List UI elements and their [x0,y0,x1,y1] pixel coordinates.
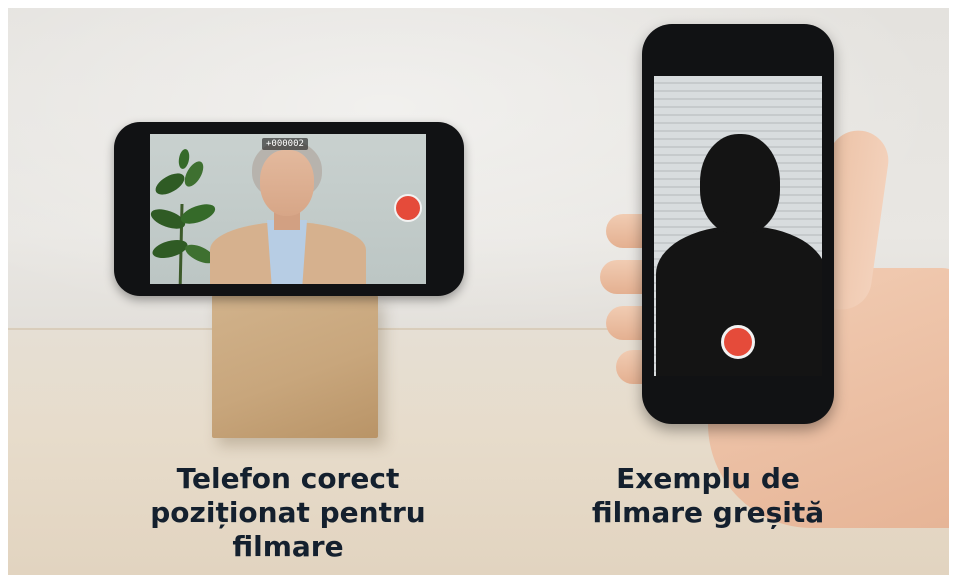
record-icon[interactable] [394,194,422,222]
vertical-phone-screen [654,76,822,376]
record-icon[interactable] [721,325,755,359]
woman-face [260,150,314,216]
horizontal-phone: +000002 [114,122,464,296]
caption-wrong: Exemplu de filmare greșită [591,462,825,529]
photo-scene: +000002 Telefon corect poziționat pentru… [8,8,949,575]
zoom-badge: +000002 [262,138,308,150]
cardboard-box [212,296,378,438]
horizontal-phone-screen: +000002 [150,134,426,284]
vertical-phone [642,24,834,424]
silhouette-head [700,134,780,234]
caption-correct: Telefon corect poziționat pentru filmare [150,462,426,563]
